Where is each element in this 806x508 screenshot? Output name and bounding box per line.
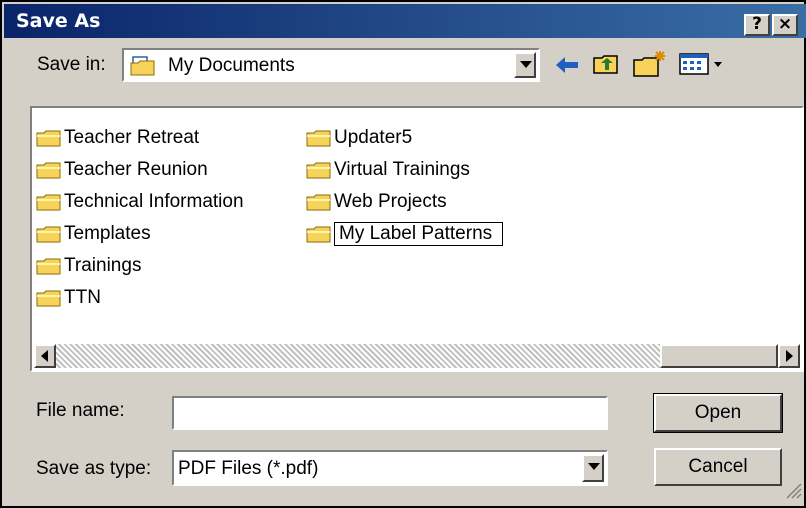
resize-grip-icon[interactable] [784, 481, 802, 504]
save-as-dialog: Save As ? × Save in: My Documents Teache… [0, 0, 806, 508]
folder-name: Trainings [64, 255, 142, 276]
folder-name: Teacher Reunion [64, 159, 208, 180]
file-name-label: File name: [36, 400, 125, 421]
folder-icon [306, 129, 332, 147]
folder-icon [36, 289, 62, 307]
folder-icon [36, 225, 62, 243]
folder-name: TTN [64, 287, 101, 308]
horizontal-scrollbar[interactable] [34, 344, 800, 368]
list-item[interactable]: Teacher Reunion [36, 158, 208, 182]
list-item[interactable]: Web Projects [306, 190, 447, 214]
folder-icon [306, 225, 332, 243]
help-button[interactable]: ? [744, 14, 770, 36]
file-list[interactable]: Teacher Retreat Teacher Reunion Technica… [30, 106, 804, 372]
list-item[interactable]: Trainings [36, 254, 141, 278]
save-as-type-value: PDF Files (*.pdf) [178, 458, 319, 479]
list-item[interactable]: TTN [36, 286, 101, 310]
chevron-down-icon [588, 463, 600, 470]
save-as-type-label: Save as type: [36, 458, 152, 479]
folder-name: Updater5 [334, 127, 413, 148]
window-title: Save As [16, 10, 101, 32]
title-bar[interactable]: Save As ? × [4, 4, 806, 38]
save-in-dropdown[interactable]: My Documents [122, 48, 540, 82]
file-name-input[interactable] [172, 396, 608, 430]
folder-name: Virtual Trainings [334, 159, 470, 180]
folder-icon [36, 161, 62, 179]
list-item-editing[interactable]: My Label Patterns [306, 222, 504, 246]
list-item[interactable]: Updater5 [306, 126, 412, 150]
list-item[interactable]: Technical Information [36, 190, 244, 214]
save-in-value: My Documents [168, 55, 295, 76]
back-arrow-icon[interactable] [554, 54, 580, 81]
up-one-level-icon[interactable] [592, 52, 620, 81]
list-item[interactable]: Virtual Trainings [306, 158, 470, 182]
list-item[interactable]: Teacher Retreat [36, 126, 199, 150]
folder-name: Technical Information [64, 191, 244, 212]
scroll-thumb[interactable] [660, 344, 778, 368]
scroll-left-button[interactable] [34, 344, 56, 368]
folder-name: Templates [64, 223, 151, 244]
rename-field[interactable]: My Label Patterns [334, 222, 504, 246]
folder-name: Web Projects [334, 191, 447, 212]
my-documents-icon [130, 55, 156, 82]
arrow-right-icon [786, 350, 793, 362]
folder-icon [306, 193, 332, 211]
scroll-right-button[interactable] [778, 344, 800, 368]
close-button[interactable]: × [772, 14, 798, 36]
arrow-left-icon [41, 350, 48, 362]
folder-icon [36, 257, 62, 275]
cancel-button[interactable]: Cancel [654, 448, 782, 486]
save-in-dropdown-button[interactable] [514, 52, 536, 78]
folder-icon [36, 193, 62, 211]
save-as-type-dropdown[interactable]: PDF Files (*.pdf) [172, 450, 608, 486]
open-button[interactable]: Open [653, 393, 783, 433]
view-menu-icon[interactable] [678, 52, 728, 81]
folder-icon [306, 161, 332, 179]
save-as-type-dropdown-button[interactable] [582, 454, 604, 482]
folder-icon [36, 129, 62, 147]
folder-name: Teacher Retreat [64, 127, 200, 148]
chevron-down-icon [520, 61, 532, 68]
list-item[interactable]: Templates [36, 222, 151, 246]
new-folder-icon[interactable] [632, 50, 666, 83]
save-in-label: Save in: [37, 54, 106, 75]
